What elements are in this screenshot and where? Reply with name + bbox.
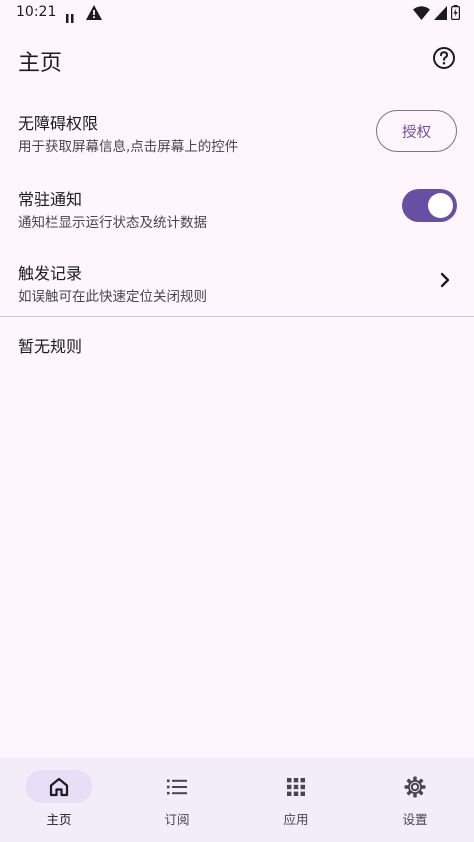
apps-grid-icon bbox=[284, 775, 308, 799]
nav-label-home: 主页 bbox=[46, 812, 72, 827]
grant-button[interactable]: 授权 bbox=[376, 110, 457, 152]
help-circle-icon bbox=[432, 46, 456, 74]
nav-label-settings: 设置 bbox=[402, 812, 428, 827]
top-app-bar: 主页 bbox=[0, 38, 474, 82]
empty-rules-text: 暂无规则 bbox=[18, 337, 83, 356]
status-bar: 10:21 bbox=[0, 0, 474, 26]
nav-item-home[interactable]: 主页 bbox=[0, 758, 118, 842]
pause-icon bbox=[66, 8, 74, 27]
persistent-notification-row: 常驻通知 通知栏显示运行状态及统计数据 bbox=[0, 180, 474, 240]
divider bbox=[0, 316, 474, 317]
home-icon bbox=[47, 775, 71, 799]
nav-item-apps[interactable]: 应用 bbox=[237, 758, 355, 842]
notification-toggle[interactable] bbox=[402, 189, 457, 222]
trigger-records-row[interactable]: 触发记录 如误触可在此快速定位关闭规则 bbox=[0, 254, 474, 314]
nav-label-subscriptions: 订阅 bbox=[164, 812, 190, 827]
chevron-right-icon bbox=[440, 272, 450, 292]
records-subtitle: 如误触可在此快速定位关闭规则 bbox=[18, 289, 207, 305]
accessibility-title: 无障碍权限 bbox=[18, 114, 99, 133]
list-icon bbox=[165, 775, 189, 799]
nav-item-settings[interactable]: 设置 bbox=[356, 758, 474, 842]
help-button[interactable] bbox=[430, 46, 458, 74]
nav-label-apps: 应用 bbox=[283, 812, 309, 827]
notification-title: 常驻通知 bbox=[18, 190, 83, 209]
battery-charging-icon bbox=[451, 5, 461, 24]
records-title: 触发记录 bbox=[18, 264, 83, 283]
notification-subtitle: 通知栏显示运行状态及统计数据 bbox=[18, 215, 207, 231]
nav-item-subscriptions[interactable]: 订阅 bbox=[118, 758, 236, 842]
page-title: 主页 bbox=[18, 51, 63, 76]
status-icons bbox=[413, 5, 461, 24]
accessibility-subtitle: 用于获取屏幕信息,点击屏幕上的控件 bbox=[18, 139, 239, 155]
warning-icon bbox=[86, 5, 102, 24]
status-time: 10:21 bbox=[16, 4, 57, 20]
signal-icon bbox=[434, 5, 447, 24]
toggle-knob bbox=[428, 193, 453, 218]
wifi-icon bbox=[413, 5, 430, 24]
home-screen: 10:21 主页 无障碍权限 用于获取屏幕信息,点击屏幕上的控件 授权 常驻通知… bbox=[0, 0, 474, 842]
bottom-navigation: 主页 订阅 应用 设置 bbox=[0, 758, 474, 842]
gear-icon bbox=[403, 775, 427, 799]
accessibility-permission-row: 无障碍权限 用于获取屏幕信息,点击屏幕上的控件 授权 bbox=[0, 104, 474, 164]
